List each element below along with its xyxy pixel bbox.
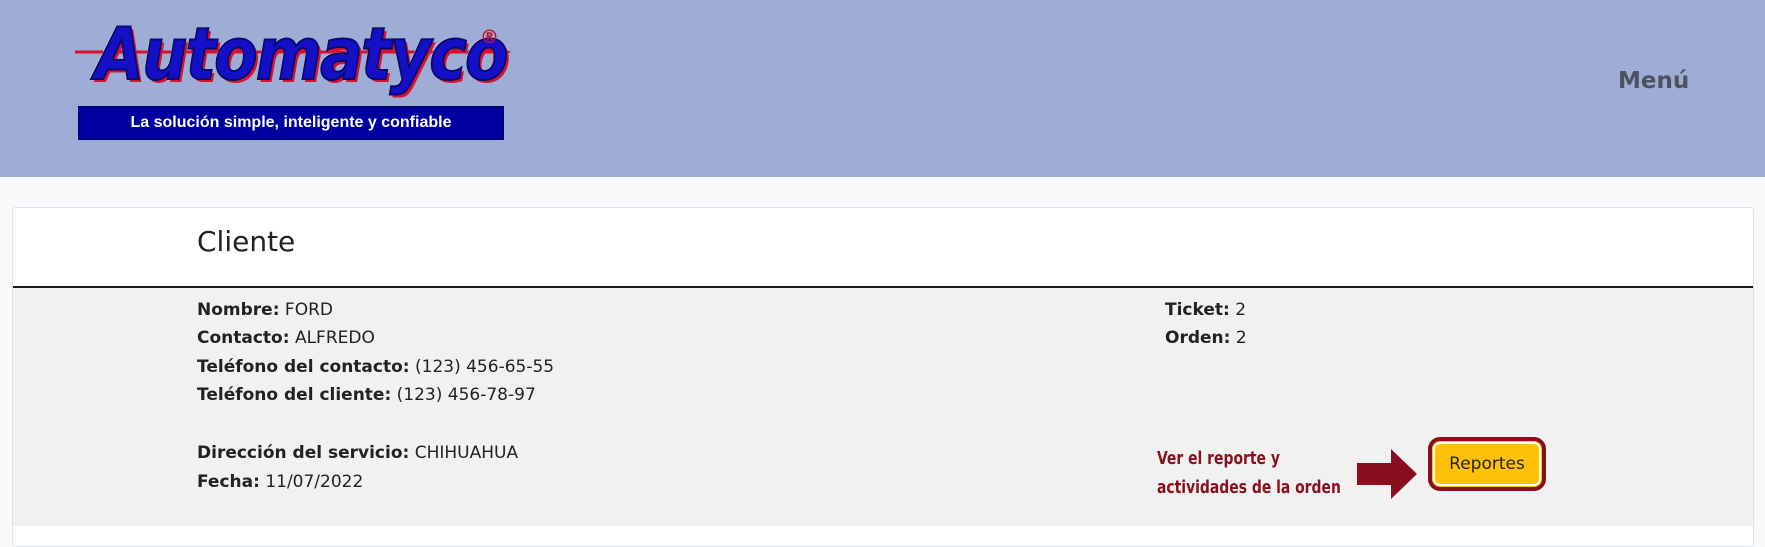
field-contacto-value: ALFREDO (294, 328, 375, 348)
field-nombre-label: Nombre: (197, 300, 280, 320)
client-card: Cliente Nombre: FORD Contacto: ALFREDO T… (12, 207, 1754, 547)
field-telefono-cliente-value: (123) 456-78-97 (396, 385, 536, 405)
field-nombre: Nombre: FORD (197, 300, 333, 320)
logo-wordmark: Automatyco (94, 12, 509, 96)
automatyco-logo[interactable]: Automatyco ® La solución simple, intelig… (75, 12, 515, 144)
field-telefono-cliente-label: Teléfono del cliente: (197, 385, 392, 405)
field-direccion-label: Dirección del servicio: (197, 443, 410, 463)
field-contacto-label: Contacto: (197, 328, 290, 348)
field-fecha-label: Fecha: (197, 472, 260, 492)
reportes-hint-line2: actividades de la orden (1157, 477, 1341, 498)
field-telefono-cliente: Teléfono del cliente: (123) 456-78-97 (197, 385, 536, 405)
field-orden: Orden: 2 (1165, 328, 1247, 348)
field-fecha: Fecha: 11/07/2022 (197, 472, 363, 492)
field-fecha-value: 11/07/2022 (265, 472, 364, 492)
field-ticket: Ticket: 2 (1165, 300, 1246, 320)
field-telefono-contacto: Teléfono del contacto: (123) 456-65-55 (197, 357, 554, 377)
field-ticket-label: Ticket: (1165, 300, 1230, 320)
card-title: Cliente (197, 225, 296, 258)
reportes-hint-line1: Ver el reporte y (1157, 448, 1280, 469)
field-orden-value: 2 (1235, 328, 1247, 348)
reportes-hint: Ver el reporte y actividades de la orden (1157, 444, 1341, 502)
field-telefono-contacto-value: (123) 456-65-55 (415, 357, 555, 377)
field-orden-label: Orden: (1165, 328, 1231, 348)
field-contacto: Contacto: ALFREDO (197, 328, 375, 348)
menu-link[interactable]: Menú (1618, 68, 1689, 94)
field-nombre-value: FORD (284, 300, 333, 320)
card-header: Cliente (13, 208, 1753, 288)
reportes-button[interactable]: Reportes (1428, 437, 1546, 491)
arrow-right-icon (1357, 449, 1417, 499)
field-ticket-value: 2 (1235, 300, 1247, 320)
field-telefono-contacto-label: Teléfono del contacto: (197, 357, 410, 377)
logo-tagline: La solución simple, inteligente y confia… (78, 106, 504, 140)
field-direccion: Dirección del servicio: CHIHUAHUA (197, 443, 518, 463)
field-direccion-value: CHIHUAHUA (414, 443, 519, 463)
top-navbar: Automatyco ® La solución simple, intelig… (0, 0, 1765, 177)
registered-mark: ® (480, 26, 499, 48)
